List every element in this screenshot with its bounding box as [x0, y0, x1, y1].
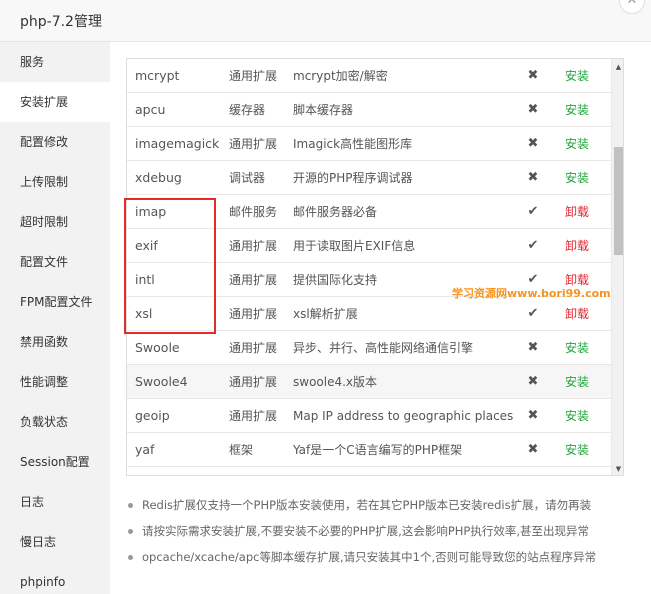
extension-description: 用于读取图片EXIF信息: [293, 239, 416, 253]
extension-row: yaf 框架 Yaf是一个C语言编写的PHP框架 ✖ 安装: [127, 433, 611, 467]
extension-row: imagemagick 通用扩展 Imagick高性能图形库 ✖ 安装: [127, 127, 611, 161]
sidebar-item[interactable]: 配置修改: [0, 122, 110, 162]
scrollbar-thumb[interactable]: [614, 147, 623, 255]
install-button[interactable]: 安装: [565, 433, 589, 467]
extension-description: 脚本缓存器: [293, 103, 354, 117]
extension-type: 框架: [229, 443, 254, 457]
extension-type: 通用扩展: [229, 239, 278, 253]
extension-name: mcrypt: [135, 68, 180, 83]
extension-name: geoip: [135, 408, 170, 423]
extension-description: mcrypt加密/解密: [293, 69, 388, 83]
uninstall-button[interactable]: 卸载: [565, 297, 589, 331]
extension-type: 邮件服务: [229, 205, 278, 219]
extension-type: 缓存器: [229, 103, 266, 117]
table-scrollbar[interactable]: ▲ ▼: [611, 59, 623, 475]
bullet-icon: [128, 529, 133, 534]
sidebar-item[interactable]: 安装扩展: [0, 82, 110, 122]
sidebar-item[interactable]: FPM配置文件: [0, 282, 110, 322]
extension-row: mcrypt 通用扩展 mcrypt加密/解密 ✖ 安装: [127, 59, 611, 93]
extension-description: xsl解析扩展: [293, 307, 358, 321]
note-text: opcache/xcache/apc等脚本缓存扩展,请只安装其中1个,否则可能导…: [142, 550, 597, 564]
extension-type: 调试器: [229, 171, 266, 185]
extension-type: 通用扩展: [229, 69, 278, 83]
sidebar-item[interactable]: 禁用函数: [0, 322, 110, 362]
extension-row: Swoole 通用扩展 异步、并行、高性能网络通信引擎 ✖ 安装: [127, 331, 611, 365]
not-installed-x-icon: ✖: [527, 68, 539, 83]
install-button[interactable]: 安装: [565, 59, 589, 93]
sidebar-item[interactable]: 超时限制: [0, 202, 110, 242]
extension-row: apcu 缓存器 脚本缓存器 ✖ 安装: [127, 93, 611, 127]
uninstall-button[interactable]: 卸载: [565, 229, 589, 263]
not-installed-x-icon: ✖: [527, 340, 539, 355]
dialog-title: php-7.2管理: [20, 14, 102, 30]
install-button[interactable]: 安装: [565, 365, 589, 399]
installed-check-icon: ✔: [527, 238, 539, 253]
extension-description: 异步、并行、高性能网络通信引擎: [293, 341, 474, 355]
installed-check-icon: ✔: [527, 204, 539, 219]
sidebar-item[interactable]: 负载状态: [0, 402, 110, 442]
install-button[interactable]: 安装: [565, 399, 589, 433]
extension-name: Swoole: [135, 340, 180, 355]
extension-name: imagemagick: [135, 136, 220, 151]
bullet-icon: [128, 503, 133, 508]
sidebar-item[interactable]: 日志: [0, 482, 110, 522]
note-item: opcache/xcache/apc等脚本缓存扩展,请只安装其中1个,否则可能导…: [126, 546, 626, 572]
bullet-icon: [128, 555, 133, 560]
sidebar-item[interactable]: 配置文件: [0, 242, 110, 282]
extension-type: 通用扩展: [229, 137, 278, 151]
extension-description: Imagick高性能图形库: [293, 137, 413, 151]
highlight-annotation-box: [124, 198, 216, 334]
note-item: 请按实际需求安装扩展,不要安装不必要的PHP扩展,这会影响PHP执行效率,甚至出…: [126, 520, 626, 546]
extension-type: 通用扩展: [229, 341, 278, 355]
not-installed-x-icon: ✖: [527, 170, 539, 185]
install-button[interactable]: 安装: [565, 93, 589, 127]
extension-type: 通用扩展: [229, 307, 278, 321]
sidebar: 服务 安装扩展 配置修改 上传限制 超时限制 配置文件 FPM配置文件 禁用函数 性能调整 负载状…: [0, 42, 110, 594]
note-text: Redis扩展仅支持一个PHP版本安装使用，若在其它PHP版本已安装redis扩…: [142, 498, 592, 512]
extension-description: 提供国际化支持: [293, 273, 378, 287]
install-button[interactable]: 安装: [565, 161, 589, 195]
extension-type: 通用扩展: [229, 409, 278, 423]
watermark-text: 学习资源网www.bori99.com: [452, 287, 611, 300]
extension-name: Swoole4: [135, 374, 188, 389]
extension-type: 通用扩展: [229, 273, 278, 287]
extension-name: yaf: [135, 442, 155, 457]
extension-row: geoip 通用扩展 Map IP address to geographic pl…: [127, 399, 611, 433]
extension-type: 通用扩展: [229, 375, 278, 389]
extension-description: 邮件服务器必备: [293, 205, 378, 219]
notes-list: Redis扩展仅支持一个PHP版本安装使用，若在其它PHP版本已安装redis扩…: [126, 494, 626, 572]
extension-row: xdebug 调试器 开源的PHP程序调试器 ✖ 安装: [127, 161, 611, 195]
extension-name: xdebug: [135, 170, 182, 185]
scroll-up-arrow-icon[interactable]: ▲: [612, 61, 623, 73]
extension-row: Swoole4 通用扩展 swoole4.x版本 ✖ 安装: [127, 365, 611, 399]
title-bar: php-7.2管理: [0, 0, 651, 42]
sidebar-item[interactable]: phpinfo: [0, 562, 110, 594]
sidebar-item[interactable]: 服务: [0, 42, 110, 82]
extension-name: apcu: [135, 102, 166, 117]
not-installed-x-icon: ✖: [527, 374, 539, 389]
extension-description: 开源的PHP程序调试器: [293, 171, 413, 185]
uninstall-button[interactable]: 卸载: [565, 195, 589, 229]
extension-description: Yaf是一个C语言编写的PHP框架: [293, 443, 463, 457]
sidebar-item[interactable]: 上传限制: [0, 162, 110, 202]
sidebar-item[interactable]: 慢日志: [0, 522, 110, 562]
not-installed-x-icon: ✖: [527, 136, 539, 151]
not-installed-x-icon: ✖: [527, 102, 539, 117]
note-item: Redis扩展仅支持一个PHP版本安装使用，若在其它PHP版本已安装redis扩…: [126, 494, 626, 520]
extension-description: Map IP address to geographic places: [293, 409, 514, 423]
sidebar-item[interactable]: 性能调整: [0, 362, 110, 402]
extension-description: swoole4.x版本: [293, 375, 378, 389]
php-manager-dialog: php-7.2管理 ✕ 服务 安装扩展 配置修改 上传限制 超时限制 配置文件 FPM配置文…: [0, 0, 651, 594]
sidebar-item[interactable]: Session配置: [0, 442, 110, 482]
scroll-down-arrow-icon[interactable]: ▼: [612, 463, 623, 475]
install-button[interactable]: 安装: [565, 331, 589, 365]
note-text: 请按实际需求安装扩展,不要安装不必要的PHP扩展,这会影响PHP执行效率,甚至出…: [142, 524, 589, 538]
installed-check-icon: ✔: [527, 306, 539, 321]
not-installed-x-icon: ✖: [527, 442, 539, 457]
install-button[interactable]: 安装: [565, 127, 589, 161]
not-installed-x-icon: ✖: [527, 408, 539, 423]
